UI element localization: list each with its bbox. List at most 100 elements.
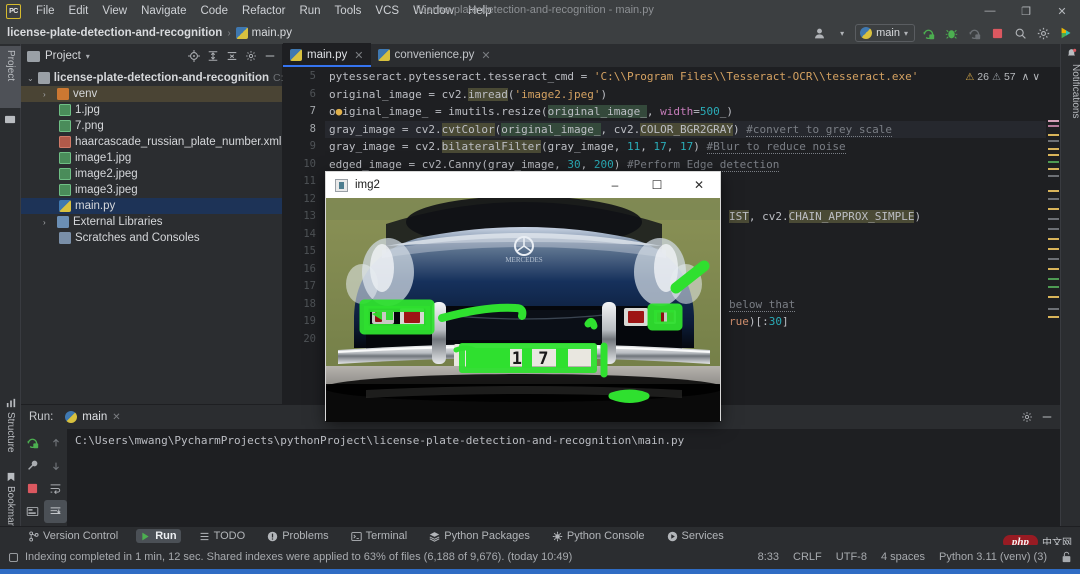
tree-item-image2jpeg[interactable]: image2.jpeg [21, 166, 282, 182]
sidebar-item-notifications[interactable]: Notifications [1061, 64, 1080, 118]
user-icon[interactable] [809, 24, 829, 42]
chevron-down-icon[interactable]: ▾ [86, 52, 90, 61]
down-arrow-icon[interactable] [44, 454, 67, 477]
chevron-right-icon[interactable]: › [43, 90, 53, 99]
run-tab-close-icon[interactable]: ✕ [112, 412, 120, 423]
tab-label-main-py: main.py [307, 49, 348, 61]
img2-maximize-button[interactable]: ☐ [636, 172, 678, 198]
tree-item-mainpy[interactable]: main.py [21, 198, 282, 214]
tab-close-icon[interactable]: ✕ [354, 49, 363, 62]
bottom-tab-label: Python Console [566, 530, 645, 542]
tree-item-image3jpeg[interactable]: image3.jpeg [21, 182, 282, 198]
hide-panel-icon[interactable] [261, 47, 279, 65]
run-tab-main[interactable]: main ✕ [59, 409, 126, 425]
menu-item-file[interactable]: File [29, 3, 62, 19]
search-icon[interactable] [1010, 24, 1030, 42]
menu-item-refactor[interactable]: Refactor [235, 3, 292, 19]
tab-convenience-py[interactable]: convenience.py ✕ [371, 43, 498, 67]
collapse-all-icon[interactable] [223, 47, 241, 65]
tree-item-7png[interactable]: 7.png [21, 118, 282, 134]
bottom-tab-problems[interactable]: Problems [263, 529, 332, 543]
img2-dialog[interactable]: img2 – ☐ ✕ MERCEDES L1 7 [325, 171, 721, 422]
settings-icon[interactable] [1018, 408, 1036, 426]
bottom-tab-run[interactable]: Run [136, 529, 181, 543]
tree-item-external-libraries[interactable]: › External Libraries [21, 214, 282, 230]
scratch-icon [59, 232, 71, 244]
notifications-bell-icon[interactable] [1066, 48, 1077, 59]
bottom-tab-version-control[interactable]: Version Control [24, 529, 122, 543]
stop-icon[interactable] [987, 24, 1007, 42]
expand-all-icon[interactable] [204, 47, 222, 65]
tree-item-haarcascade-xml[interactable]: haarcascade_russian_plate_number.xml [21, 134, 282, 150]
minimize-button[interactable]: — [972, 0, 1008, 22]
chevron-expanded-icon[interactable]: ⌄ [27, 74, 34, 83]
caret-position[interactable]: 8:33 [758, 551, 779, 563]
bottom-tab-terminal[interactable]: Terminal [347, 529, 412, 543]
pycharm-window: PC File Edit View Navigate Code Refactor… [0, 0, 1080, 574]
debug-icon[interactable] [941, 24, 961, 42]
img2-minimize-button[interactable]: – [594, 172, 636, 198]
bottom-tab-python-packages[interactable]: Python Packages [425, 529, 534, 543]
sidebar-item-structure[interactable]: Structure [0, 394, 21, 464]
menu-item-code[interactable]: Code [193, 3, 235, 19]
inspection-summary[interactable]: ⚠ 26 ⚠ 57 ∧ ∨ [965, 71, 1040, 83]
tree-item-1jpg[interactable]: 1.jpg [21, 102, 282, 118]
tree-item-project-root[interactable]: ⌄ license-plate-detection-and-recognitio… [21, 70, 326, 86]
up-arrow-icon[interactable] [44, 431, 67, 454]
folder-orange-icon [57, 88, 69, 100]
bottom-tab-services[interactable]: Services [663, 529, 728, 543]
breadcrumb-file[interactable]: main.py [235, 27, 292, 39]
locate-file-icon[interactable] [185, 47, 203, 65]
packages-icon [429, 531, 440, 542]
navigation-bar: license-plate-detection-and-recognition … [0, 22, 1080, 44]
prev-problem-icon[interactable]: ∧ [1022, 71, 1030, 83]
tree-item-scratches[interactable]: Scratches and Consoles [21, 230, 282, 246]
bottom-tab-label: Version Control [43, 530, 119, 542]
run-configuration-selector[interactable]: main ▾ [855, 24, 915, 42]
run-icon[interactable] [918, 24, 938, 42]
breadcrumb-project[interactable]: license-plate-detection-and-recognition [7, 27, 222, 39]
bottom-tab-todo[interactable]: TODO [195, 529, 250, 543]
tab-close-icon[interactable]: ✕ [481, 49, 490, 62]
next-problem-icon[interactable]: ∨ [1032, 71, 1040, 83]
indent-setting[interactable]: 4 spaces [881, 551, 925, 563]
close-button[interactable]: ✕ [1044, 0, 1080, 22]
project-panel-title[interactable]: Project ▾ [27, 50, 185, 62]
menu-item-navigate[interactable]: Navigate [134, 3, 193, 19]
bottom-tab-python-console[interactable]: Python Console [548, 529, 649, 543]
line-separator[interactable]: CRLF [793, 551, 822, 563]
stop-icon[interactable] [21, 477, 44, 500]
menu-item-vcs[interactable]: VCS [368, 3, 406, 19]
menu-item-edit[interactable]: Edit [62, 3, 96, 19]
image-file-icon [59, 152, 71, 164]
menu-item-run[interactable]: Run [292, 3, 327, 19]
toolbar-caret-icon[interactable]: ▾ [832, 24, 852, 42]
tree-item-venv[interactable]: › venv [21, 86, 282, 102]
ai-assistant-icon[interactable] [1056, 24, 1076, 42]
python-file-icon [235, 27, 248, 39]
menu-item-view[interactable]: View [95, 3, 134, 19]
coverage-icon[interactable] [964, 24, 984, 42]
bottom-tab-label: Terminal [365, 530, 408, 542]
editor-tab-strip: main.py ✕ convenience.py ✕ [283, 43, 1060, 68]
status-message[interactable]: Indexing completed in 1 min, 12 sec. Sha… [25, 551, 572, 563]
python-interpreter[interactable]: Python 3.11 (venv) (3) [939, 551, 1047, 563]
sidebar-item-project[interactable]: Project [0, 46, 21, 108]
menu-item-tools[interactable]: Tools [328, 3, 369, 19]
settings-icon[interactable] [242, 47, 260, 65]
file-encoding[interactable]: UTF-8 [836, 551, 867, 563]
console-icon[interactable] [21, 500, 44, 523]
scroll-to-end-icon[interactable] [44, 500, 67, 523]
chevron-right-icon[interactable]: › [43, 218, 53, 227]
tree-item-image1jpg[interactable]: image1.jpg [21, 150, 282, 166]
img2-close-button[interactable]: ✕ [678, 172, 720, 198]
soft-wrap-icon[interactable] [44, 477, 67, 500]
tab-main-py[interactable]: main.py ✕ [283, 43, 371, 67]
maximize-button[interactable]: ❐ [1008, 0, 1044, 22]
rerun-icon[interactable] [21, 431, 44, 454]
img2-dialog-title-bar[interactable]: img2 – ☐ ✕ [326, 172, 720, 198]
lock-icon[interactable] [1061, 551, 1072, 563]
hide-panel-icon[interactable] [1038, 408, 1056, 426]
wrench-icon[interactable] [21, 454, 44, 477]
settings-icon[interactable] [1033, 24, 1053, 42]
